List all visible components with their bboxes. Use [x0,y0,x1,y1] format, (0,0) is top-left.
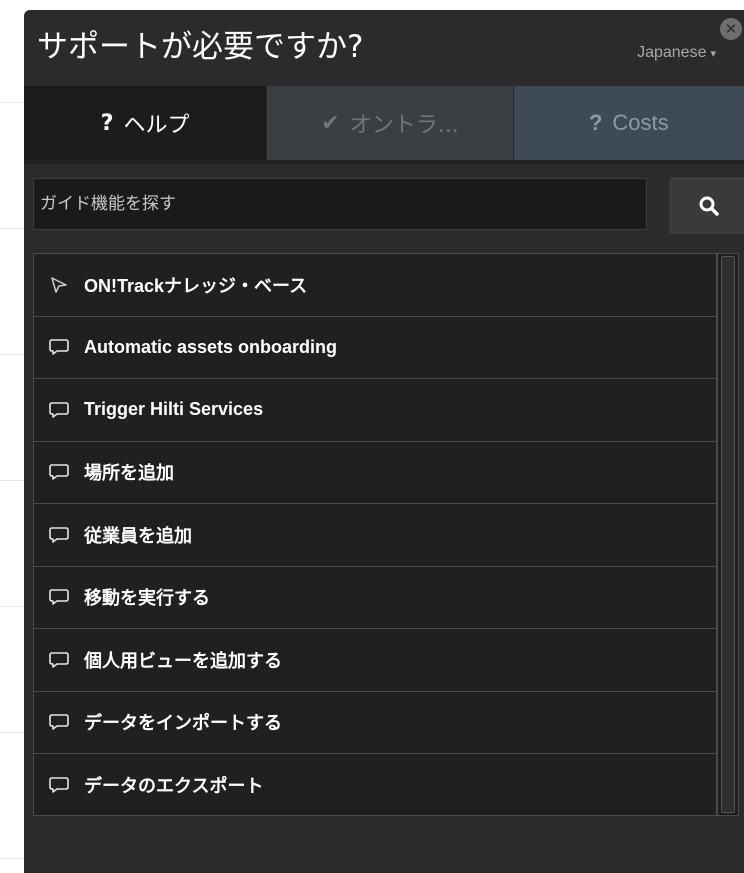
guide-list: ON!Trackナレッジ・ベース Automatic assets onboar… [33,253,717,816]
background-divider [0,858,24,859]
list-item[interactable]: Trigger Hilti Services [34,379,716,442]
background-divider [0,102,24,103]
list-item-label: 個人用ビューを追加する [84,650,282,671]
chat-bubble-icon [48,711,70,733]
list-scrollbar[interactable] [717,253,739,816]
chat-bubble-icon [48,399,70,421]
list-item[interactable]: 個人用ビューを追加する [34,629,716,692]
background-divider [0,732,24,733]
check-icon: ✔ [321,110,340,136]
background-divider [0,606,24,607]
list-item-label: データのエクスポート [84,776,264,797]
search-icon [699,196,719,216]
list-item-label: 場所を追加 [84,463,174,484]
search-input[interactable] [33,178,647,230]
chat-bubble-icon [48,649,70,671]
background-divider [0,228,24,229]
tab-onboarding[interactable]: ✔ オントラ... [266,86,513,160]
language-selector[interactable]: Japanese ▾ [637,43,716,64]
help-header: サポートが必要ですか? Japanese ▾ [24,10,744,86]
chevron-down-icon: ▾ [710,48,716,60]
list-item[interactable]: Automatic assets onboarding [34,317,716,379]
chat-bubble-icon [48,774,70,796]
search-button[interactable] [669,177,744,234]
list-item[interactable]: 場所を追加 [34,442,716,504]
chat-bubble-icon [48,336,70,358]
list-item-label: Trigger Hilti Services [84,399,264,420]
tab-label: Costs [612,110,669,135]
scrollbar-thumb[interactable] [721,256,735,813]
list-item-label: データをインポートする [84,713,282,734]
pointer-icon [48,274,70,296]
list-item[interactable]: 移動を実行する [34,567,716,629]
tab-underline [24,160,744,164]
chat-bubble-icon [48,461,70,483]
language-label: Japanese [637,44,707,61]
list-item-label: ON!Trackナレッジ・ベース [84,275,308,296]
list-item-label: 移動を実行する [84,588,210,609]
tab-label: ヘルプ [123,113,190,138]
panel-title: サポートが必要ですか? [37,29,364,65]
list-item[interactable]: 従業員を追加 [34,504,716,567]
chat-bubble-icon [48,524,70,546]
question-icon: ? [588,110,603,135]
list-item[interactable]: データをインポートする [34,692,716,754]
tab-costs[interactable]: ? Costs [512,86,744,160]
chat-bubble-icon [48,586,70,608]
list-item[interactable]: データのエクスポート [34,754,716,817]
help-panel: サポートが必要ですか? Japanese ▾ ? ヘルプ ✔ オントラ... ? … [24,10,744,873]
background-divider [0,480,24,481]
close-icon[interactable]: ✕ [720,18,742,40]
background-divider [0,354,24,355]
list-item-label: Automatic assets onboarding [84,336,338,357]
question-icon: ? [100,110,114,136]
list-item[interactable]: ON!Trackナレッジ・ベース [34,254,716,317]
tab-label: オントラ... [349,113,459,138]
tab-help[interactable]: ? ヘルプ [24,86,267,160]
tab-bar: ? ヘルプ ✔ オントラ... ? Costs [24,86,744,160]
list-item-label: 従業員を追加 [84,525,192,546]
